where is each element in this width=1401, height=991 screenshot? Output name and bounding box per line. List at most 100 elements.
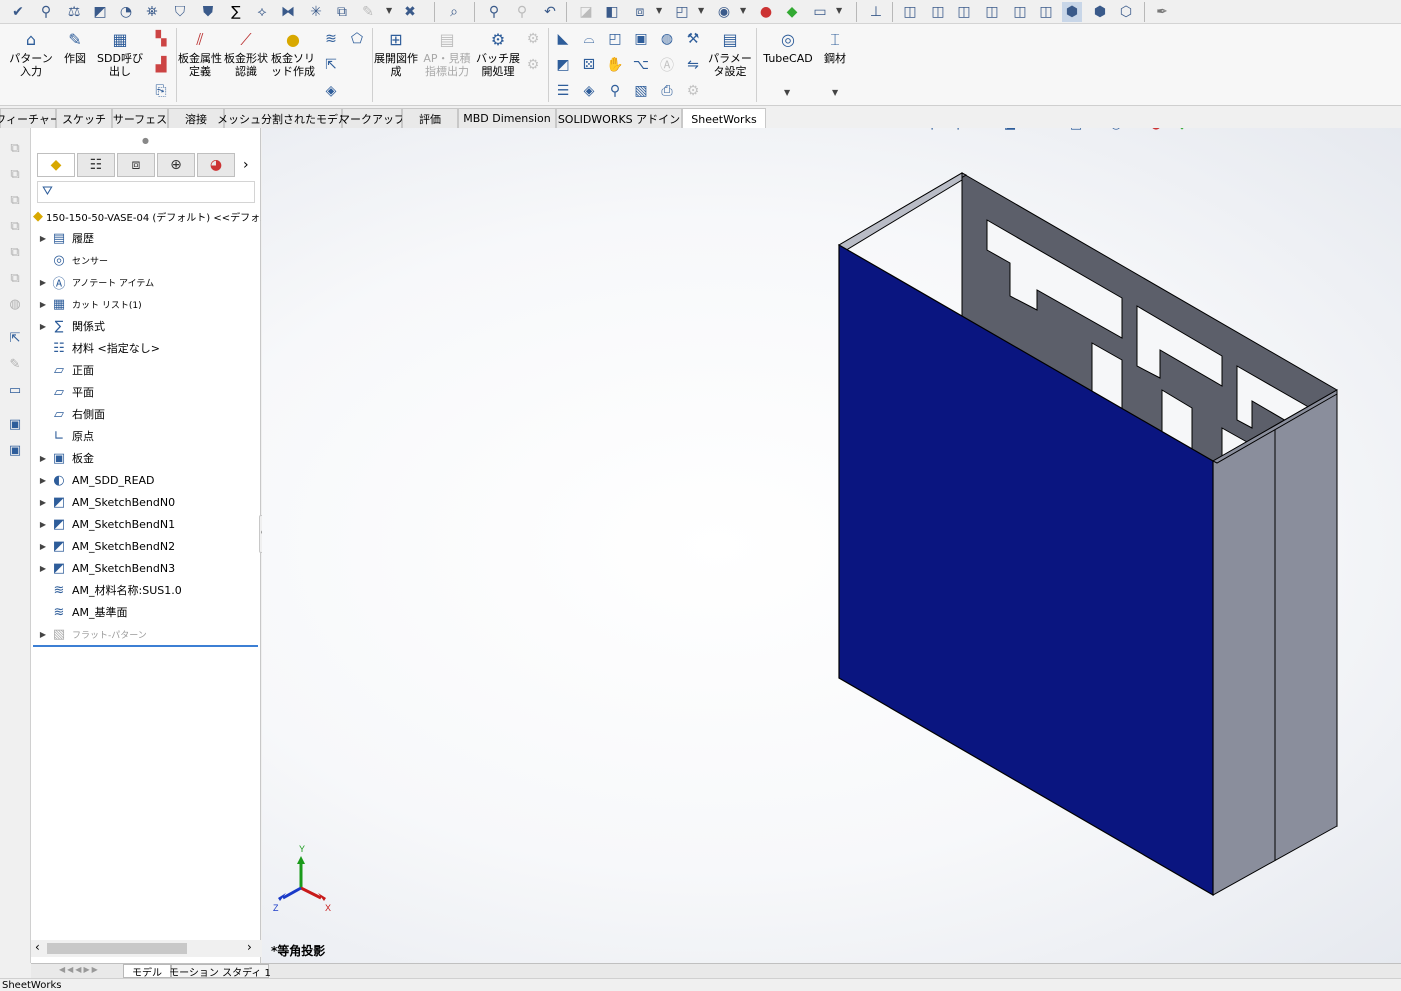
- measure-icon[interactable]: ⚲: [36, 2, 56, 22]
- bookmark-tool-icon[interactable]: ◩: [552, 54, 574, 76]
- zoom-fit-icon[interactable]: ⚲: [484, 2, 504, 22]
- chevron-down-icon[interactable]: ▼: [832, 88, 838, 97]
- view-orientation-icon[interactable]: ⧈: [630, 2, 650, 22]
- tree-filter-input[interactable]: ⛛: [37, 181, 255, 203]
- tab-mbd-dimension[interactable]: MBD Dimension: [458, 108, 556, 128]
- view-front-icon[interactable]: ◫: [900, 2, 920, 22]
- shield-check-icon[interactable]: ⛊: [198, 2, 218, 22]
- parameter-settings-button[interactable]: ▤ パラメータ設定: [708, 28, 752, 78]
- feature-manager-tab-icon[interactable]: ◆: [37, 153, 75, 177]
- geometry-check-icon[interactable]: ⧉: [332, 2, 352, 22]
- disabled-tool-icon[interactable]: ⚙: [522, 54, 544, 76]
- network-tool-icon[interactable]: ⌥: [630, 54, 652, 76]
- appearance-icon[interactable]: ●: [756, 2, 776, 22]
- tree-item[interactable]: ≋ AM_材料名称:SUS1.0: [37, 579, 265, 601]
- ap-estimate-button[interactable]: ▤ AP・見積指標出力: [422, 28, 472, 78]
- normal-to-icon[interactable]: ⊥: [866, 2, 886, 22]
- expand-arrow-icon[interactable]: ▶: [37, 300, 49, 309]
- scroll-right-icon[interactable]: ›: [247, 940, 252, 954]
- bend-tool-icon[interactable]: ◈: [320, 80, 342, 102]
- tree-item[interactable]: ≋ AM_基準面: [37, 601, 265, 623]
- tree-item[interactable]: ▱ 右側面: [37, 403, 265, 425]
- tree-item[interactable]: ◎ センサー: [37, 249, 265, 271]
- monitor-icon[interactable]: ▭: [810, 2, 830, 22]
- red-tool-icon[interactable]: ▟: [150, 54, 172, 76]
- compare-icon[interactable]: ⌕: [444, 2, 464, 22]
- shield-icon[interactable]: ⛉: [170, 2, 190, 22]
- tree-item[interactable]: ▶ ◩ AM_SketchBendN2: [37, 535, 265, 557]
- expand-arrow-icon[interactable]: ▶: [37, 278, 49, 287]
- tab-sheetworks[interactable]: SheetWorks: [682, 108, 766, 129]
- dxf-tool-icon[interactable]: ⎙: [656, 80, 678, 102]
- view-top-icon[interactable]: ◫: [1010, 2, 1030, 22]
- tab-evaluate[interactable]: 評価: [402, 108, 458, 128]
- expand-arrow-icon[interactable]: ▶: [37, 542, 49, 551]
- tree-rollback-bar[interactable]: [33, 645, 258, 647]
- tubecad-button[interactable]: ◎ TubeCAD: [760, 28, 816, 65]
- tree-item[interactable]: ▶ ◩ AM_SketchBendN1: [37, 513, 265, 535]
- spell-check-icon[interactable]: ✔: [8, 2, 28, 22]
- scroll-left-icon[interactable]: ‹: [35, 940, 40, 954]
- stack-tool-icon[interactable]: ☰: [552, 80, 574, 102]
- expand-arrow-icon[interactable]: ▶: [37, 454, 49, 463]
- copy-icon[interactable]: ⧉: [5, 190, 25, 210]
- delete-icon[interactable]: ✖: [400, 2, 420, 22]
- tab-scroll-arrows[interactable]: ◀◀◀▶▶: [59, 965, 123, 977]
- configuration-manager-tab-icon[interactable]: ⧈: [117, 153, 155, 177]
- sum-icon[interactable]: ∑: [226, 2, 246, 22]
- select-icon[interactable]: ⇱: [5, 328, 25, 348]
- hammer-tool-icon[interactable]: ⚒: [682, 28, 704, 50]
- tab-sketch[interactable]: スケッチ: [56, 108, 112, 128]
- gauge-icon[interactable]: ◔: [116, 2, 136, 22]
- sheet-metal-define-button[interactable]: ⫽ 板金属性定義: [178, 28, 222, 78]
- tab-markup[interactable]: マークアップ: [339, 108, 405, 128]
- flat-pattern-create-button[interactable]: ⊞ 展開図作成: [374, 28, 418, 78]
- display-style-icon[interactable]: ◰: [672, 2, 692, 22]
- dots-tool-icon[interactable]: ⚄: [578, 54, 600, 76]
- edit-icon[interactable]: ✎: [5, 354, 25, 374]
- chevron-down-icon[interactable]: ▼: [836, 6, 842, 15]
- pattern-input-button[interactable]: ⌂ パターン入力: [8, 28, 54, 78]
- batch-flatten-button[interactable]: ⚙ バッチ展開処理: [476, 28, 520, 78]
- hat-tool-icon[interactable]: ⌓: [578, 28, 600, 50]
- previous-view-icon[interactable]: ↶: [540, 2, 560, 22]
- scroll-thumb[interactable]: [47, 943, 187, 954]
- tab-surface[interactable]: サーフェス: [112, 108, 168, 128]
- tree-item[interactable]: ☷ 材料 <指定なし>: [37, 337, 265, 359]
- tree-item[interactable]: ▱ 正面: [37, 359, 265, 381]
- tree-item[interactable]: ∟ 原点: [37, 425, 265, 447]
- chevron-down-icon[interactable]: ▼: [698, 6, 704, 15]
- dimxpert-tab-icon[interactable]: ⊕: [157, 153, 195, 177]
- tab-weldment[interactable]: 溶接: [168, 108, 224, 128]
- sdd-call-button[interactable]: ▦ SDD呼び出し: [96, 28, 144, 78]
- draw-button[interactable]: ✎ 作図: [60, 28, 90, 65]
- tree-item[interactable]: ▱ 平面: [37, 381, 265, 403]
- hand-tool-icon[interactable]: ✋: [604, 54, 626, 76]
- tab-solidworks-addins[interactable]: SOLIDWORKS アドイン: [556, 108, 682, 128]
- copy-icon[interactable]: ⧉: [5, 138, 25, 158]
- expand-arrow-icon[interactable]: ▶: [37, 520, 49, 529]
- shape-tool-icon[interactable]: ⬠: [346, 28, 368, 50]
- interference-icon[interactable]: ⟡: [252, 2, 272, 22]
- layer-icon[interactable]: ▣: [5, 414, 25, 434]
- cursor-tool-icon[interactable]: ⇱: [320, 54, 342, 76]
- tree-item[interactable]: ▶ ∑ 関係式: [37, 315, 265, 337]
- view-trimetric-icon[interactable]: ⬢: [1090, 2, 1110, 22]
- tree-item[interactable]: ▶ Ⓐ アノテート アイテム: [37, 271, 265, 293]
- horizontal-scrollbar[interactable]: ‹ ›: [31, 940, 261, 957]
- view-isometric-icon[interactable]: ⬢: [1062, 2, 1082, 22]
- tree-item[interactable]: ▶ ▦ カット リスト(1): [37, 293, 265, 315]
- tree-item[interactable]: ▶ ◩ AM_SketchBendN0: [37, 491, 265, 513]
- view-bottom-icon[interactable]: ◫: [1036, 2, 1056, 22]
- disabled-tool-icon[interactable]: ⚙: [522, 28, 544, 50]
- property-manager-tab-icon[interactable]: ☷: [77, 153, 115, 177]
- graphics-area[interactable]: ⚲ ⚲ ↶ ◪ ⧈ ▼ ◰ ▼ ◉ ▼ ● ◆ ▼ ▭ ▼: [262, 128, 1401, 963]
- copy-icon[interactable]: ⧉: [5, 216, 25, 236]
- disabled-tool-icon[interactable]: ⚙: [682, 80, 704, 102]
- tree-item[interactable]: ▶ ▤ 履歴: [37, 227, 265, 249]
- chevron-down-icon[interactable]: ▼: [656, 6, 662, 15]
- wave-tool-icon[interactable]: ≋: [320, 28, 342, 50]
- chevron-down-icon[interactable]: ▼: [784, 88, 790, 97]
- tree-item[interactable]: ▶ ◩ AM_SketchBendN3: [37, 557, 265, 579]
- expand-arrow-icon[interactable]: ▶: [37, 234, 49, 243]
